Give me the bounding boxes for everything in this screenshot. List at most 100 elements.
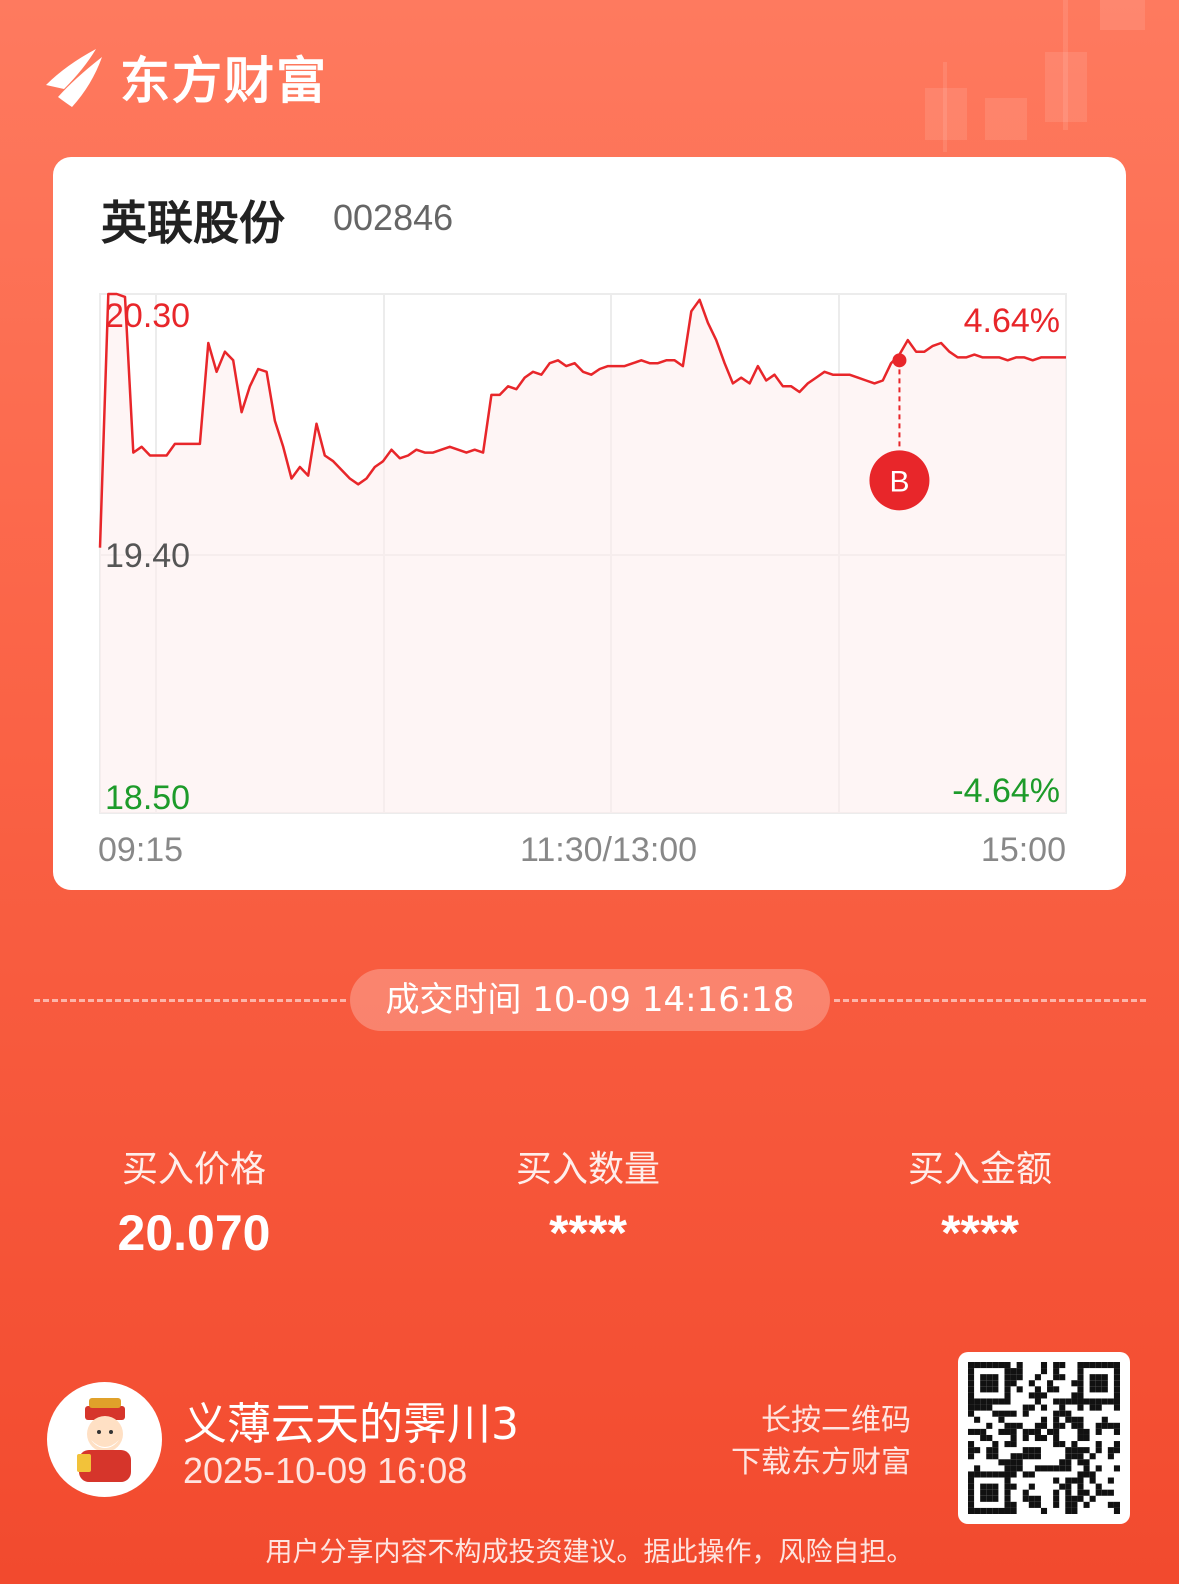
qr-module [1077,1483,1084,1490]
qr-module [1040,1368,1048,1375]
qr-module [998,1398,1005,1405]
qr-module [980,1489,987,1496]
pct-label-low: -4.64% [952,772,1060,810]
qr-module [1022,1489,1029,1496]
qr-module [980,1404,987,1411]
stat-buy-amount: 买入金额 **** [830,1140,1130,1262]
qr-module [974,1398,981,1405]
qr-module [1059,1362,1066,1369]
qr-module [1053,1410,1060,1417]
qr-module [1059,1465,1066,1472]
qr-module [968,1398,975,1405]
qr-module [1059,1410,1066,1417]
qr-module [1101,1422,1108,1429]
y-label-mid: 19.40 [105,537,191,575]
qr-module [1004,1477,1011,1484]
qr-module [1083,1489,1090,1496]
qr-module [1010,1459,1017,1466]
qr-module [1028,1380,1035,1387]
qr-module [1071,1447,1078,1454]
avatar[interactable] [47,1382,162,1497]
qr-module [974,1447,981,1454]
qr-module [968,1501,975,1508]
stat-buy-price: 买入价格 20.070 [44,1140,344,1262]
qr-module [1047,1386,1054,1393]
qr-module [1077,1434,1084,1442]
qr-module [1034,1434,1041,1442]
qr-module [1077,1386,1084,1393]
y-label-low: 18.50 [105,779,191,817]
qr-module [1095,1483,1102,1490]
qr-module [1107,1489,1114,1496]
decor-candle [1100,0,1145,30]
share-date: 2025-10-09 16:08 [183,1450,468,1491]
qr-module [1040,1465,1048,1472]
qr-module [1113,1404,1120,1411]
qr-module [1022,1428,1029,1435]
qr-module [1101,1398,1108,1405]
qr-module [1113,1368,1120,1375]
qr-module [980,1483,987,1490]
qr-module [1034,1428,1041,1435]
qr-module [1077,1362,1084,1369]
qr-module [1083,1465,1090,1472]
qr-module [1034,1386,1041,1393]
qr-module [1101,1380,1108,1387]
qr-module [1028,1453,1035,1460]
qr-hint: 长按二维码 下载东方财富 [731,1400,911,1484]
qr-module [1053,1362,1060,1369]
qr-module [992,1471,999,1478]
qr-module [1034,1495,1041,1502]
qr-module [986,1362,993,1369]
pct-label-high: 4.64% [963,302,1060,340]
qr-module [1071,1507,1078,1514]
qr-module [986,1453,993,1460]
qr-module [1059,1422,1066,1429]
qr-module [992,1362,999,1369]
qr-module [1010,1465,1017,1472]
qr-module [1077,1374,1084,1381]
qr-module [1077,1453,1084,1460]
qr-module [1101,1386,1108,1393]
qr-module [1010,1507,1017,1514]
qr-module [1034,1465,1041,1472]
qr-module [1059,1374,1066,1381]
qr-module [1065,1495,1072,1502]
qr-module [1071,1501,1078,1508]
trade-time-badge: 成交时间 10-09 14:16:18 [350,969,830,1031]
qr-module [1040,1507,1048,1514]
qr-module [1053,1368,1060,1375]
qr-module [1077,1477,1084,1484]
buy-marker-dot [892,353,907,368]
qr-module [986,1483,993,1490]
qr-module [992,1483,999,1490]
qr-module [986,1471,993,1478]
qr-module [1113,1422,1120,1429]
qr-module [1016,1368,1023,1375]
qr-module [992,1410,999,1417]
qr-module [1010,1428,1017,1435]
qr-module [1022,1471,1029,1478]
qr-module [1040,1404,1048,1411]
qr-module [980,1374,987,1381]
qr-module [1053,1489,1060,1496]
qr-module [1004,1495,1011,1502]
qr-module [998,1428,1005,1435]
qr-module [1065,1447,1072,1454]
qr-module [1034,1392,1041,1399]
stat-value: 20.070 [117,1205,271,1261]
qr-module [1113,1501,1120,1508]
qr-module [992,1495,999,1502]
qr-module [1004,1489,1011,1496]
qr-module [1053,1422,1060,1429]
qr-module [1047,1428,1054,1435]
qr-module [992,1386,999,1393]
qr-module [1107,1447,1114,1454]
qr-module [992,1374,999,1381]
y-label-high: 20.30 [105,297,191,335]
qr-module [1053,1416,1060,1423]
user-name: 义薄云天的霁川3 [183,1399,519,1450]
qr-module [1053,1428,1060,1435]
qr-module [1034,1422,1041,1429]
qr-code[interactable] [958,1352,1130,1524]
